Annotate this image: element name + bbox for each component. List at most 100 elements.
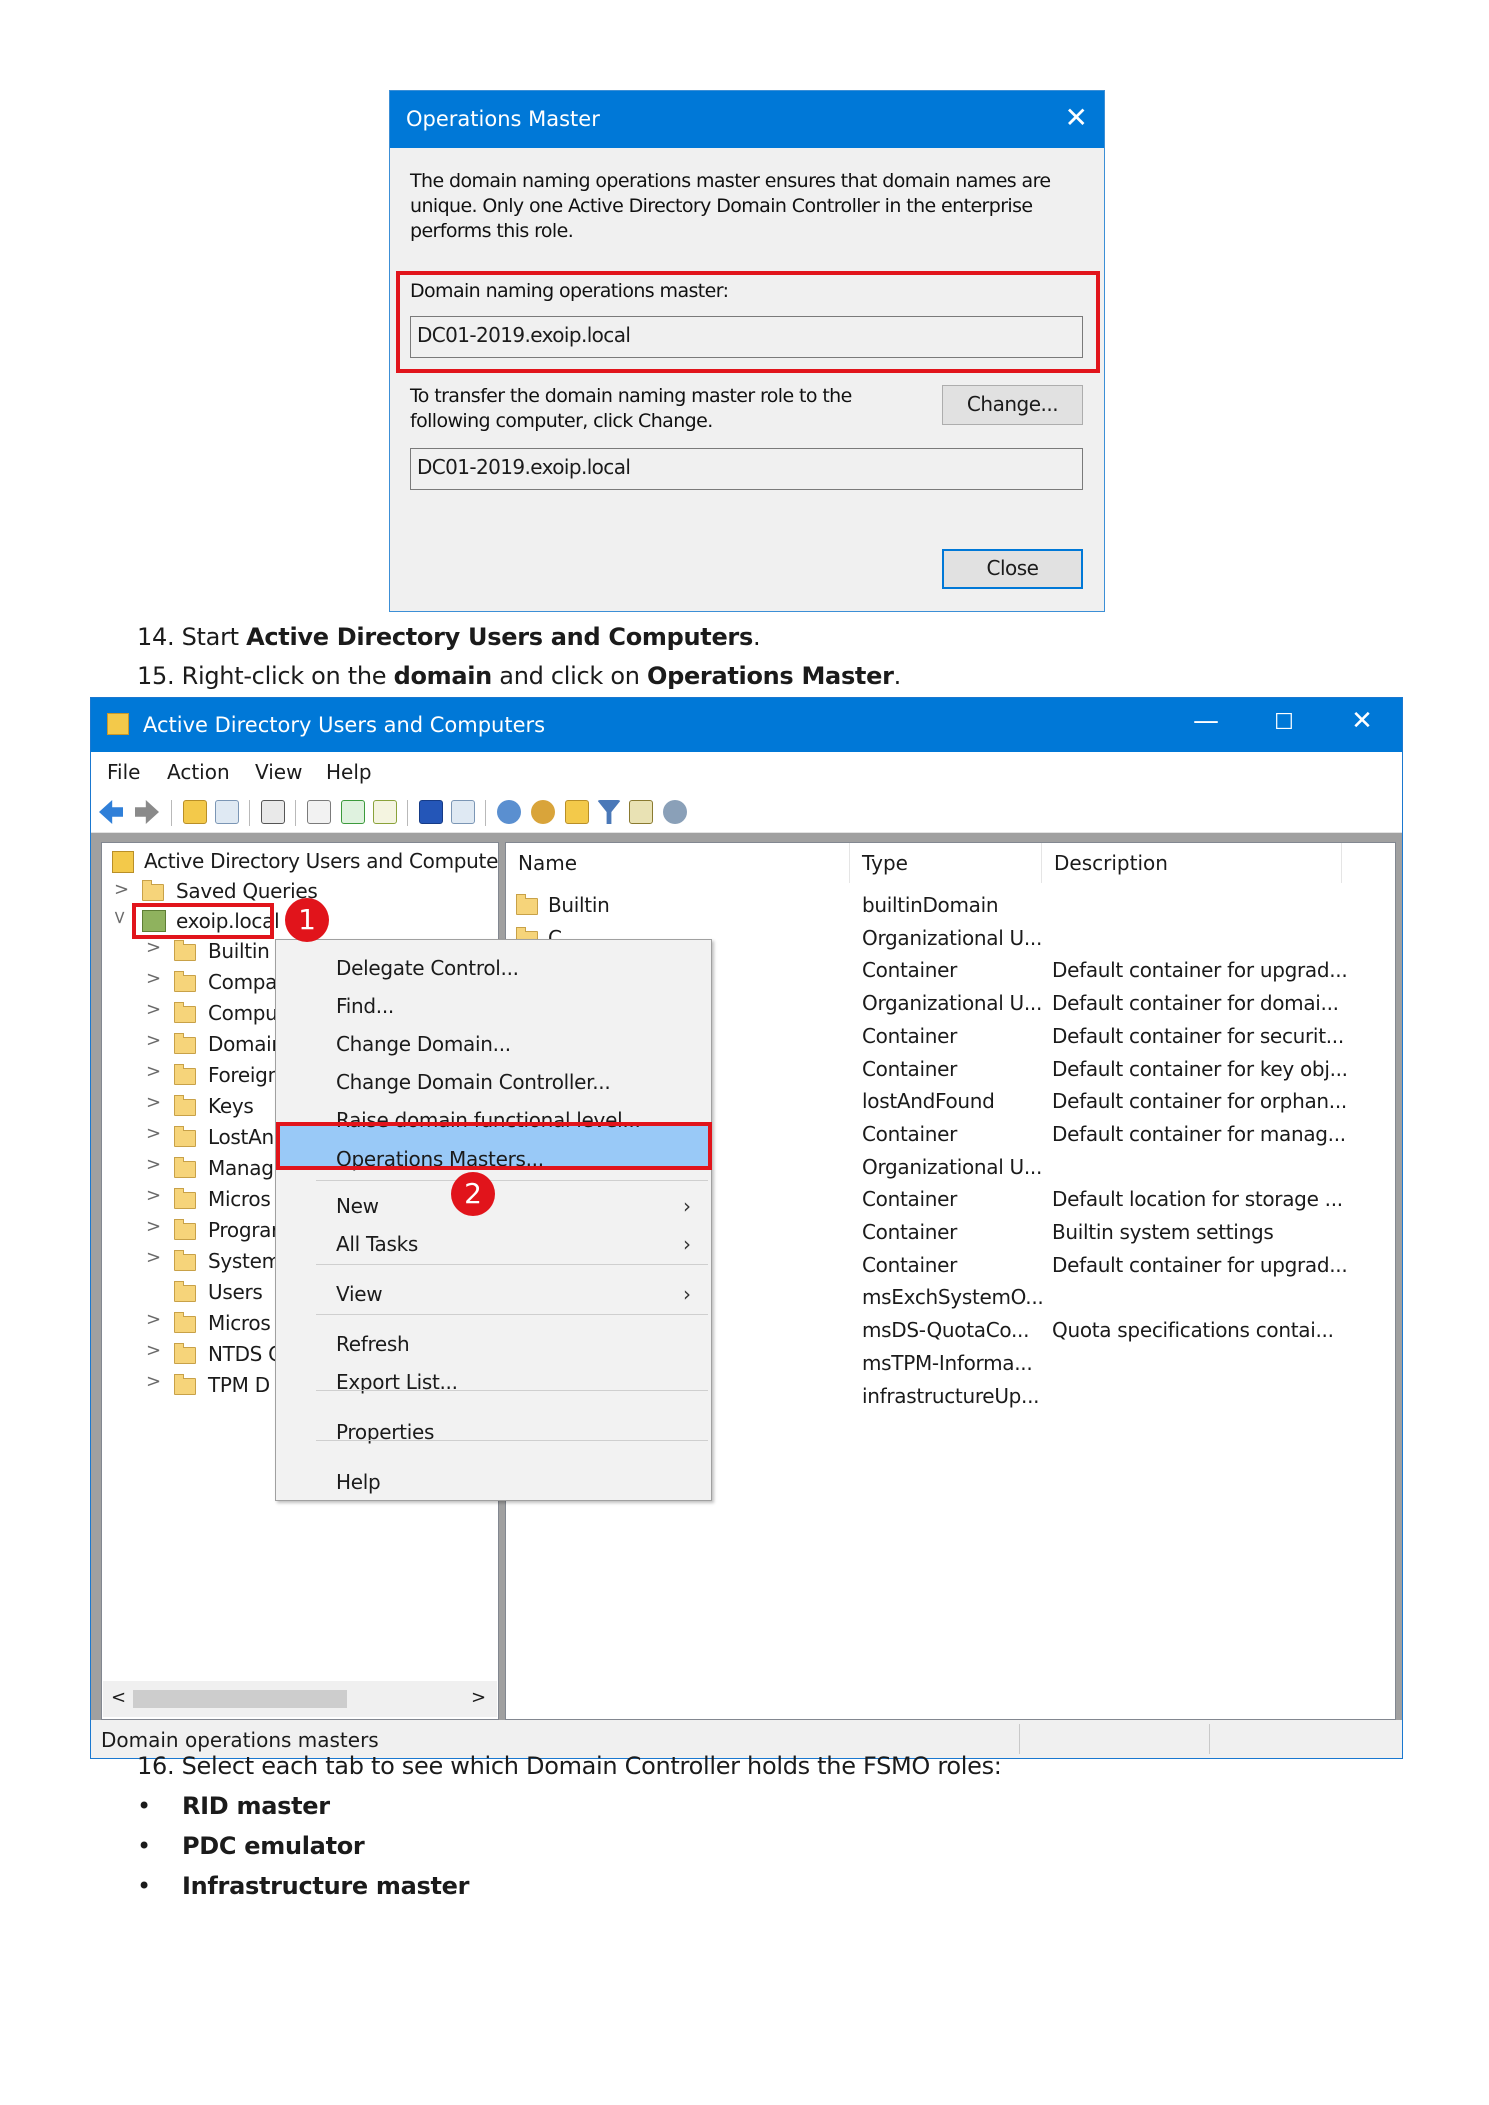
chevron-down-icon[interactable]: > xyxy=(109,910,130,925)
tree-item[interactable]: TPM D xyxy=(208,1373,270,1397)
chevron-right-icon[interactable]: > xyxy=(146,1030,161,1051)
scrollbar-thumb[interactable] xyxy=(133,1690,347,1708)
forward-arrow-icon[interactable] xyxy=(135,800,159,824)
type-cell: infrastructureUp... xyxy=(862,1383,1040,1408)
chevron-right-icon[interactable]: > xyxy=(146,999,161,1020)
window-title: Active Directory Users and Computers xyxy=(143,713,546,737)
menu-item-refresh[interactable]: Refresh xyxy=(336,1332,410,1356)
folder-icon xyxy=(174,1033,196,1054)
chevron-right-icon[interactable]: > xyxy=(114,879,129,900)
chevron-right-icon[interactable]: > xyxy=(146,1309,161,1330)
find-icon[interactable] xyxy=(629,800,653,824)
tree-item[interactable]: Micros xyxy=(208,1311,271,1335)
description-cell: Default container for domai... xyxy=(1052,991,1339,1016)
dialog-close-icon[interactable]: ✕ xyxy=(1065,101,1088,134)
folder-icon xyxy=(516,894,538,915)
up-folder-icon[interactable] xyxy=(183,800,207,824)
chevron-right-icon[interactable]: > xyxy=(146,1185,161,1206)
menu-separator xyxy=(316,1314,708,1315)
step-number: 15. xyxy=(137,662,175,690)
chevron-right-icon[interactable]: > xyxy=(146,1154,161,1175)
back-arrow-icon[interactable] xyxy=(99,800,123,824)
transfer-value-field: DC01-2019.exoip.local xyxy=(410,448,1083,490)
chevron-right-icon[interactable]: > xyxy=(146,937,161,958)
tree-item[interactable]: Domair xyxy=(208,1032,280,1056)
tree-item[interactable]: Foreign xyxy=(208,1063,280,1087)
table-row[interactable]: Builtin builtinDomain xyxy=(506,891,1395,921)
scroll-left-icon[interactable]: < xyxy=(111,1687,126,1708)
menu-file[interactable]: File xyxy=(107,760,140,784)
tree-item[interactable]: System xyxy=(208,1249,281,1273)
filter-icon[interactable] xyxy=(597,800,621,824)
bullet-dot-icon: • xyxy=(137,1792,151,1820)
new-user-icon[interactable] xyxy=(497,800,521,824)
step-14: 14. Start Active Directory Users and Com… xyxy=(137,623,761,651)
status-divider xyxy=(1209,1724,1210,1754)
chevron-right-icon[interactable]: > xyxy=(146,1123,161,1144)
transfer-text: To transfer the domain naming master rol… xyxy=(410,385,852,432)
properties-icon[interactable] xyxy=(307,800,331,824)
tree-item[interactable]: Micros xyxy=(208,1187,271,1211)
window-close-icon[interactable]: ✕ xyxy=(1332,706,1392,736)
step-bold-text: Active Directory Users and Computers xyxy=(246,623,753,651)
chevron-right-icon[interactable]: > xyxy=(146,1247,161,1268)
column-header-description[interactable]: Description xyxy=(1042,843,1342,883)
scroll-right-icon[interactable]: > xyxy=(471,1687,486,1708)
action-pane-icon[interactable] xyxy=(451,800,475,824)
tree-item[interactable]: NTDS C xyxy=(208,1342,282,1366)
menu-item-change-domain[interactable]: Change Domain... xyxy=(336,1032,511,1056)
close-button[interactable]: Close xyxy=(942,549,1083,589)
toolbar-separator xyxy=(295,800,296,826)
chevron-right-icon[interactable]: > xyxy=(146,1061,161,1082)
change-button[interactable]: Change... xyxy=(942,385,1083,425)
chevron-right-icon[interactable]: > xyxy=(146,1216,161,1237)
chevron-right-icon[interactable]: > xyxy=(146,1340,161,1361)
tree-horizontal-scrollbar[interactable]: < > xyxy=(103,1681,497,1717)
column-header-name[interactable]: Name xyxy=(506,843,850,883)
menu-item-view[interactable]: View xyxy=(336,1282,383,1306)
step-text: and click on xyxy=(491,662,647,690)
tree-item[interactable]: Prograr xyxy=(208,1218,279,1242)
column-header-type[interactable]: Type xyxy=(850,843,1042,883)
show-tree-icon[interactable] xyxy=(215,800,239,824)
menu-item-change-domain-controller[interactable]: Change Domain Controller... xyxy=(336,1070,611,1094)
menu-item-find[interactable]: Find... xyxy=(336,994,394,1018)
tree-item[interactable]: LostAn xyxy=(208,1125,274,1149)
menu-item-all-tasks[interactable]: All Tasks xyxy=(336,1232,418,1256)
dialog-title: Operations Master xyxy=(406,107,600,131)
type-cell: msExchSystemO... xyxy=(862,1285,1044,1310)
tree-item[interactable]: Manag xyxy=(208,1156,274,1180)
add-to-group-icon[interactable] xyxy=(663,800,687,824)
clipboard-icon[interactable] xyxy=(261,800,285,824)
minimize-icon[interactable]: — xyxy=(1176,706,1236,736)
new-ou-icon[interactable] xyxy=(565,800,589,824)
step-16: 16. Select each tab to see which Domain … xyxy=(137,1752,1002,1780)
menu-item-delegate-control[interactable]: Delegate Control... xyxy=(336,956,519,980)
help-icon[interactable] xyxy=(419,800,443,824)
new-group-icon[interactable] xyxy=(531,800,555,824)
menu-item-new[interactable]: New xyxy=(336,1194,379,1218)
tree-item[interactable]: Users xyxy=(208,1280,263,1304)
step-text: Select each tab to see which Domain Cont… xyxy=(181,1752,1002,1780)
folder-icon xyxy=(174,1095,196,1116)
export-list-icon[interactable] xyxy=(373,800,397,824)
tree-item[interactable]: Keys xyxy=(208,1094,254,1118)
menu-item-help[interactable]: Help xyxy=(336,1470,381,1494)
folder-icon xyxy=(174,1312,196,1333)
menu-action[interactable]: Action xyxy=(167,760,230,784)
refresh-icon[interactable] xyxy=(341,800,365,824)
tree-item[interactable]: Compa xyxy=(208,970,277,994)
menu-separator xyxy=(316,1440,708,1441)
folder-icon xyxy=(174,1188,196,1209)
chevron-right-icon[interactable]: > xyxy=(146,1371,161,1392)
chevron-right-icon[interactable]: > xyxy=(146,1092,161,1113)
menu-help[interactable]: Help xyxy=(326,760,372,784)
chevron-right-icon[interactable]: > xyxy=(146,968,161,989)
type-cell: Container xyxy=(862,1023,958,1048)
tree-item[interactable]: Compu xyxy=(208,1001,278,1025)
tree-root[interactable]: Active Directory Users and Computers xyxy=(144,849,498,873)
tree-item[interactable]: Builtin xyxy=(208,939,270,963)
menu-view[interactable]: View xyxy=(255,760,302,784)
description-cell: Quota specifications contai... xyxy=(1052,1318,1334,1343)
maximize-icon[interactable]: ☐ xyxy=(1254,710,1314,735)
